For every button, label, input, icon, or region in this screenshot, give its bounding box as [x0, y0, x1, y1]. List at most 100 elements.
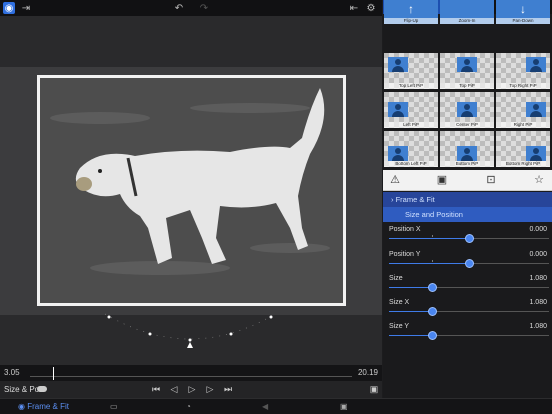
- preset-tile[interactable]: Left PiP: [384, 92, 438, 128]
- preset-label: Top PiP: [440, 83, 494, 89]
- preset-label: Bottom PiP: [440, 161, 494, 167]
- crop-icon[interactable]: ▣: [340, 402, 348, 411]
- pip-thumbnail: [388, 102, 408, 117]
- settings-icon[interactable]: ⚙: [365, 2, 377, 14]
- slider-fill: [389, 287, 433, 288]
- param-value: 0.000: [529, 226, 547, 233]
- preset-tile[interactable]: Top Left PiP: [384, 53, 438, 89]
- preset-grid: ↑ Flip-Up Zoom-In ↓ Pan-Down Top Left PiP Top …: [383, 0, 552, 170]
- step-back-icon[interactable]: ◁: [169, 384, 179, 395]
- param-name: Position Y: [389, 251, 421, 258]
- pip-thumbnail: [457, 102, 477, 117]
- preset-label: Bottom Left PiP: [384, 161, 438, 167]
- pip-thumbnail: [526, 102, 546, 117]
- preset-label: Top Left PiP: [384, 83, 438, 89]
- preset-tile[interactable]: Top PiP: [440, 53, 494, 89]
- slider-fill: [389, 335, 433, 336]
- param-name: Size X: [389, 299, 410, 306]
- arrow-up-icon: ↑: [408, 2, 414, 16]
- display-icon[interactable]: ▭: [110, 402, 118, 411]
- preset-label: Top Right PiP: [496, 83, 550, 89]
- play-icon[interactable]: ▷: [187, 384, 197, 395]
- warning-icon[interactable]: ⚠: [388, 174, 402, 187]
- preset-label: Zoom-In: [440, 18, 494, 24]
- preset-label: Right PiP: [496, 122, 550, 128]
- preset-tile[interactable]: Center PiP: [440, 92, 494, 128]
- rotation-dial[interactable]: [95, 308, 285, 352]
- skip-start-icon[interactable]: ⏮: [151, 384, 161, 395]
- frame-fit-label: Frame & Fit: [27, 402, 69, 411]
- timeline-end: 20.19: [357, 368, 378, 377]
- param-name: Size Y: [389, 323, 410, 330]
- param-slider[interactable]: Size X 1.080: [389, 297, 549, 321]
- param-value: 1.080: [529, 323, 547, 330]
- keyframe-icon[interactable]: ▣: [369, 384, 379, 395]
- editor-area: ◉ ⇥ ↶ ↷ ⇤ ⚙ 3.05 20.19 Size & Pos ⏮ ◁ ▷ …: [0, 0, 382, 414]
- pip-thumbnail: [526, 57, 546, 72]
- preset-tile[interactable]: Right PiP: [496, 92, 550, 128]
- slider-knob[interactable]: [465, 234, 474, 243]
- timeline-track[interactable]: [30, 376, 352, 377]
- app-window: ◉ ⇥ ↶ ↷ ⇤ ⚙ 3.05 20.19 Size & Pos ⏮ ◁ ▷ …: [0, 0, 552, 414]
- param-name: Size: [389, 275, 403, 282]
- playhead[interactable]: [52, 367, 54, 380]
- pip-thumbnail: [526, 146, 546, 161]
- preset-tile[interactable]: Top Right PiP: [496, 53, 550, 89]
- pip-thumbnail: [388, 146, 408, 161]
- app-icon[interactable]: ◉: [3, 2, 15, 14]
- slider-knob[interactable]: [428, 307, 438, 316]
- preset-tile[interactable]: ↑ Flip-Up: [384, 0, 438, 24]
- step-forward-icon[interactable]: ▷: [205, 384, 215, 395]
- section-title: Frame & Fit: [395, 195, 435, 204]
- slider-knob[interactable]: [465, 259, 474, 268]
- preset-tile[interactable]: Bottom PiP: [440, 131, 494, 167]
- param-slider[interactable]: Position Y 0.000: [389, 249, 549, 273]
- param-slider[interactable]: Size Y 1.080: [389, 321, 549, 345]
- slider-fill: [389, 263, 469, 264]
- redo-icon[interactable]: ↷: [198, 2, 210, 14]
- transport-bar: Size & Pos ⏮ ◁ ▷ ▷ ⏭ ▣: [0, 381, 382, 398]
- preset-tile[interactable]: Bottom Right PiP: [496, 131, 550, 167]
- param-value: 1.080: [529, 299, 547, 306]
- preview-photo[interactable]: [37, 75, 346, 306]
- export-icon[interactable]: ⇤: [348, 2, 360, 14]
- preset-tile[interactable]: Zoom-In: [440, 0, 494, 24]
- inspector-tools: ⚠ ▣ ⊡ ☆: [383, 170, 552, 191]
- pip-thumbnail: [457, 146, 477, 161]
- inspector-panel: ⚙ ★ ↑Flip-UpZoom-In↓Pan-DownTop Left PiP…: [383, 0, 552, 398]
- undo-icon[interactable]: ↶: [173, 2, 185, 14]
- arrow-down-icon: ↓: [520, 2, 526, 16]
- subsection-header[interactable]: Size and Position: [383, 207, 552, 222]
- param-value: 1.080: [529, 275, 547, 282]
- pip-thumbnail: [388, 57, 408, 72]
- dog-image: [40, 78, 343, 303]
- star-icon[interactable]: ☆: [532, 174, 546, 187]
- preset-tile[interactable]: ↓ Pan-Down: [496, 0, 550, 24]
- frame-fit-tab[interactable]: ◉ Frame & Fit: [18, 402, 69, 411]
- slider-center-tick: [432, 235, 434, 237]
- timeline-start: 3.05: [4, 368, 20, 377]
- slider-knob[interactable]: [428, 283, 438, 292]
- mode-toggle[interactable]: [37, 386, 47, 392]
- section-header[interactable]: › Frame & Fit: [383, 192, 552, 207]
- param-value: 0.000: [529, 251, 547, 258]
- param-slider[interactable]: Size 1.080: [389, 273, 549, 297]
- preset-label: Left PiP: [384, 122, 438, 128]
- audio-icon[interactable]: ◀: [262, 402, 268, 411]
- subsection-title: Size and Position: [405, 210, 463, 219]
- preset-label: Pan-Down: [496, 18, 550, 24]
- skip-end-icon[interactable]: ⏭: [223, 384, 233, 395]
- param-slider[interactable]: Position X 0.000: [389, 224, 549, 248]
- frame-icon[interactable]: ▣: [435, 174, 449, 187]
- pip-thumbnail: [457, 57, 477, 72]
- timeline[interactable]: 3.05 20.19: [0, 365, 382, 381]
- preset-label: Bottom Right PiP: [496, 161, 550, 167]
- import-icon[interactable]: ⇥: [20, 2, 32, 14]
- bottom-toolbar: ◉ Frame & Fit ▭ ◔ ◀ ▣: [0, 398, 552, 414]
- slider-knob[interactable]: [428, 331, 438, 340]
- param-name: Position X: [389, 226, 421, 233]
- preset-tile[interactable]: Bottom Left PiP: [384, 131, 438, 167]
- fit-icon[interactable]: ⊡: [484, 174, 498, 187]
- speed-icon[interactable]: ◔: [186, 402, 191, 411]
- preset-label: Center PiP: [440, 122, 494, 128]
